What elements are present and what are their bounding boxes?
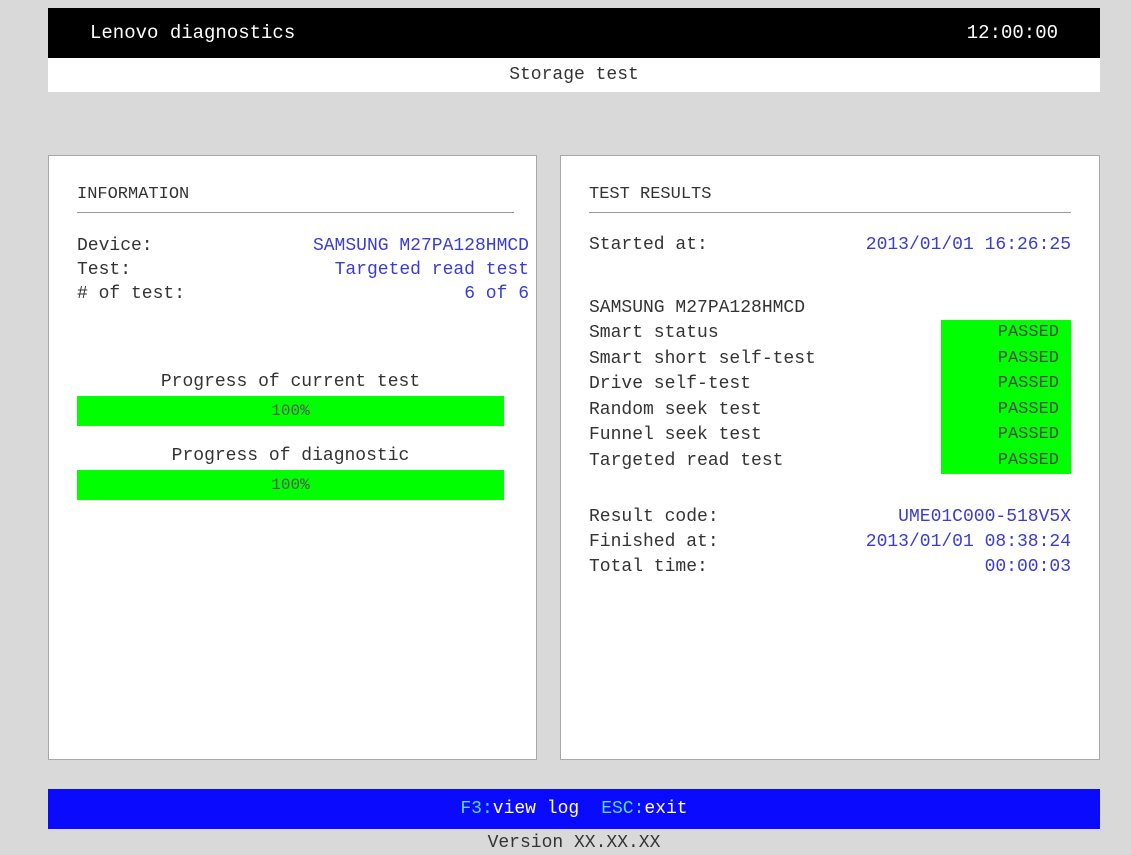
progress-diagnostic-label: Progress of diagnostic [171, 446, 410, 466]
result-status-badge: PASSED [941, 320, 1071, 346]
progress-diagnostic-bar: 100% [77, 470, 504, 500]
started-value: 2013/01/01 16:26:25 [865, 235, 1071, 255]
test-results-title: TEST RESULTS [589, 185, 1071, 213]
device-label: Device: [77, 236, 153, 256]
result-row: Random seek test PASSED [589, 396, 1071, 423]
result-test-name: Funnel seek test [589, 425, 762, 445]
count-label: # of test: [77, 284, 186, 304]
test-row: Test: Targeted read test [77, 258, 529, 282]
result-status-badge: PASSED [941, 447, 1071, 474]
results-device-row: SAMSUNG M27PA128HMCD [589, 296, 1071, 320]
result-test-name: Targeted read test [589, 450, 784, 471]
result-code-row: Result code: UME01C000-518V5X [589, 505, 1071, 529]
result-test-name: Drive self-test [589, 374, 752, 394]
test-results-panel: TEST RESULTS Started at: 2013/01/01 16:2… [560, 155, 1100, 760]
information-title: INFORMATION [77, 185, 514, 213]
finished-row: Finished at: 2013/01/01 08:38:24 [589, 530, 1071, 554]
view-log-action: view log [492, 799, 580, 819]
total-time-value: 00:00:03 [984, 557, 1071, 577]
finished-label: Finished at: [589, 532, 719, 552]
result-status-badge: PASSED [941, 371, 1071, 397]
device-row: Device: SAMSUNG M27PA128HMCD [77, 234, 529, 258]
result-code-label: Result code: [589, 507, 719, 527]
information-panel: INFORMATION Device: SAMSUNG M27PA128HMCD… [48, 155, 537, 760]
result-test-name: Smart short self-test [589, 348, 816, 369]
title-bar: Lenovo diagnostics 12:00:00 [48, 8, 1100, 58]
total-time-label: Total time: [589, 557, 708, 577]
app-title: Lenovo diagnostics [90, 22, 296, 44]
count-value: 6 of 6 [464, 284, 529, 304]
results-device-name: SAMSUNG M27PA128HMCD [589, 298, 806, 318]
test-label: Test: [77, 260, 132, 280]
exit-shortcut[interactable]: ESC:exit [601, 799, 687, 819]
exit-action: exit [644, 799, 688, 819]
progress-current-label: Progress of current test [160, 372, 421, 392]
progress-current-bar: 100% [77, 396, 504, 426]
result-status-badge: PASSED [941, 422, 1071, 448]
result-row: Smart status PASSED [589, 320, 1071, 346]
test-value: Targeted read test [334, 260, 529, 280]
f3-key: F3: [460, 799, 493, 819]
device-value: SAMSUNG M27PA128HMCD [312, 236, 529, 256]
result-row: Targeted read test PASSED [589, 447, 1071, 474]
clock: 12:00:00 [966, 22, 1058, 44]
count-row: # of test: 6 of 6 [77, 282, 529, 306]
page-subtitle: Storage test [48, 58, 1100, 92]
started-label: Started at: [589, 235, 708, 255]
result-row: Funnel seek test PASSED [589, 422, 1071, 448]
result-status-badge: PASSED [941, 345, 1071, 372]
footer-bar: F3:view log ESC:exit [48, 789, 1100, 829]
result-row: Smart short self-test PASSED [589, 345, 1071, 372]
result-code-value: UME01C000-518V5X [898, 507, 1071, 527]
result-row: Drive self-test PASSED [589, 371, 1071, 397]
result-test-name: Random seek test [589, 399, 762, 420]
finished-value: 2013/01/01 08:38:24 [865, 532, 1071, 552]
progress-current-value: 100% [271, 402, 310, 420]
total-time-row: Total time: 00:00:03 [589, 555, 1071, 579]
version-text: Version XX.XX.XX [487, 833, 661, 853]
view-log-shortcut[interactable]: F3:view log [460, 799, 579, 819]
progress-diagnostic-value: 100% [271, 476, 310, 494]
esc-key: ESC: [601, 799, 645, 819]
result-status-badge: PASSED [941, 396, 1071, 423]
started-row: Started at: 2013/01/01 16:26:25 [589, 233, 1071, 257]
result-test-name: Smart status [589, 323, 719, 343]
